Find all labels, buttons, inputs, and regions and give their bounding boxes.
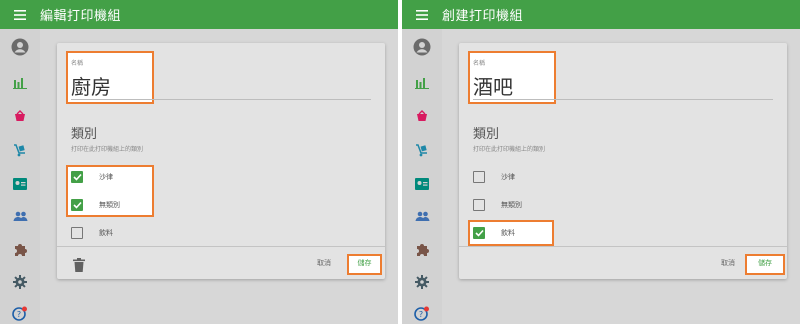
bar-chart-icon[interactable] xyxy=(412,73,432,93)
id-card-icon[interactable] xyxy=(412,174,432,194)
bar-chart-icon[interactable] xyxy=(10,73,30,93)
name-field-value[interactable]: 廚房 xyxy=(71,71,111,100)
trash-icon[interactable] xyxy=(73,257,85,272)
category-option-salad[interactable]: 沙律 xyxy=(71,170,113,184)
name-field-value[interactable]: 酒吧 xyxy=(473,71,513,100)
sidebar: ? xyxy=(402,29,442,324)
page-title: 編輯打印機組 xyxy=(40,9,122,24)
id-card-icon[interactable] xyxy=(10,174,30,194)
save-button[interactable]: 儲存 xyxy=(349,255,380,271)
category-option-salad[interactable]: 沙律 xyxy=(473,170,515,184)
app-bar: 編輯打印機組 xyxy=(0,0,398,29)
option-label: 飲料 xyxy=(501,229,515,237)
option-label: 沙律 xyxy=(99,173,113,181)
account-circle-icon[interactable] xyxy=(412,37,432,57)
edit-printer-group-screen: 編輯打印機組 ? 名稱 廚房 類別 打印在此打印機組上的類別 沙律 無類別 飲料… xyxy=(0,0,398,324)
page-title: 創建打印機組 xyxy=(442,9,524,24)
sidebar: ? xyxy=(0,29,40,324)
puzzle-icon[interactable] xyxy=(412,239,432,259)
cancel-button[interactable]: 取消 xyxy=(721,255,735,271)
checkbox-checked-icon[interactable] xyxy=(473,227,485,239)
option-label: 無類別 xyxy=(99,201,120,209)
delivery-icon[interactable] xyxy=(10,140,30,160)
checkbox-checked-icon[interactable] xyxy=(71,171,83,183)
name-field-underline xyxy=(71,99,371,100)
people-icon[interactable] xyxy=(412,206,432,226)
basket-icon[interactable] xyxy=(10,106,30,126)
category-option-no-category[interactable]: 無類別 xyxy=(71,198,120,212)
printer-group-form-card: 名稱 酒吧 類別 打印在此打印機組上的類別 沙律 無類別 飲料 取消 儲存 xyxy=(459,43,787,279)
app-bar: 創建打印機組 xyxy=(402,0,800,29)
svg-text:?: ? xyxy=(17,310,21,319)
save-button[interactable]: 儲存 xyxy=(747,255,783,271)
checkbox-empty-icon[interactable] xyxy=(71,227,83,239)
name-field-label: 名稱 xyxy=(473,60,486,67)
account-circle-icon[interactable] xyxy=(10,37,30,57)
category-option-drinks[interactable]: 飲料 xyxy=(71,226,113,240)
option-label: 飲料 xyxy=(99,229,113,237)
gear-icon[interactable] xyxy=(412,272,432,292)
category-option-no-category[interactable]: 無類別 xyxy=(473,198,522,212)
delivery-icon[interactable] xyxy=(412,140,432,160)
name-field-underline xyxy=(473,99,773,100)
menu-icon[interactable] xyxy=(0,0,40,29)
menu-icon[interactable] xyxy=(402,0,442,29)
help-icon[interactable]: ? xyxy=(412,304,432,324)
puzzle-icon[interactable] xyxy=(10,239,30,259)
card-actions-divider xyxy=(459,246,787,247)
card-actions-divider xyxy=(57,246,385,247)
screenshot-root: 編輯打印機組 ? 名稱 廚房 類別 打印在此打印機組上的類別 沙律 無類別 飲料… xyxy=(0,0,800,324)
category-section-title: 類別 xyxy=(473,127,500,142)
create-printer-group-screen: 創建打印機組 ? 名稱 酒吧 類別 打印在此打印機組上的類別 沙律 無類別 飲料… xyxy=(402,0,800,324)
checkbox-checked-icon[interactable] xyxy=(71,199,83,211)
basket-icon[interactable] xyxy=(412,106,432,126)
people-icon[interactable] xyxy=(10,206,30,226)
svg-text:?: ? xyxy=(419,310,423,319)
option-label: 無類別 xyxy=(501,201,522,209)
category-section-title: 類別 xyxy=(71,127,98,142)
printer-group-form-card: 名稱 廚房 類別 打印在此打印機組上的類別 沙律 無類別 飲料 取消 儲存 xyxy=(57,43,385,279)
name-field-label: 名稱 xyxy=(71,60,84,67)
help-icon[interactable]: ? xyxy=(10,304,30,324)
category-section-description: 打印在此打印機組上的類別 xyxy=(71,146,144,153)
checkbox-empty-icon[interactable] xyxy=(473,199,485,211)
checkbox-empty-icon[interactable] xyxy=(473,171,485,183)
option-label: 沙律 xyxy=(501,173,515,181)
category-option-drinks[interactable]: 飲料 xyxy=(473,226,515,240)
category-section-description: 打印在此打印機組上的類別 xyxy=(473,146,546,153)
cancel-button[interactable]: 取消 xyxy=(317,255,331,271)
gear-icon[interactable] xyxy=(10,272,30,292)
